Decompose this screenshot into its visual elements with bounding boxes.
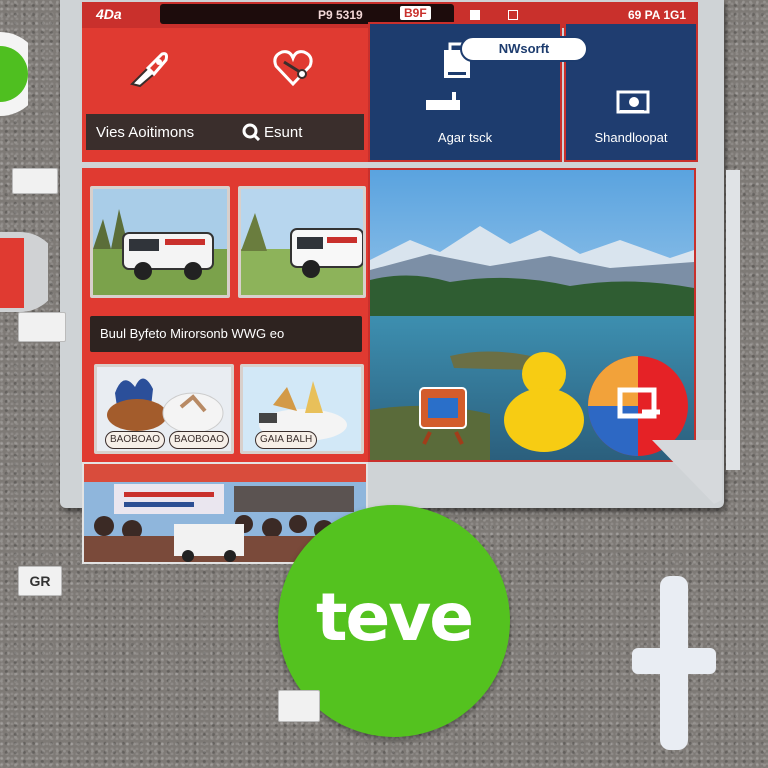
search-label[interactable]: Esunt <box>264 124 302 141</box>
app-tile-activities[interactable]: Vies Aoitimons Esunt <box>82 28 368 162</box>
tv-icon[interactable] <box>416 380 470 446</box>
status-right-text: 69 PA 1G1 <box>627 8 686 22</box>
green-edge-badge <box>0 32 28 116</box>
activities-label-bar: Vies Aoitimons Esunt <box>86 114 364 150</box>
food-thumbnail-2[interactable]: GAIA BALH <box>240 364 364 454</box>
thumbnail-sticker-top <box>12 168 58 194</box>
camera-icon <box>616 90 650 114</box>
plus-icon[interactable] <box>630 576 716 750</box>
status-square-outline-icon <box>508 10 518 20</box>
promo-text: Buul Byfeto Mirorsonb WWG eo <box>100 326 285 341</box>
caption-chip-1: BAOBOAO <box>105 431 166 449</box>
rv-thumbnail-2[interactable] <box>238 186 366 298</box>
thumbnail-sticker <box>18 312 66 342</box>
rv-photo <box>93 189 227 295</box>
activities-label: Vies Aoitimons <box>96 124 195 141</box>
yellow-person-icon[interactable] <box>502 350 586 454</box>
tool-icon <box>130 52 168 88</box>
status-mid-badge: B9F <box>400 6 431 20</box>
heart-tag-icon <box>273 50 313 87</box>
search-icon[interactable] <box>242 123 260 141</box>
tray-icon <box>426 92 460 110</box>
device-side-strip <box>726 170 740 470</box>
task-label: Agar tsck <box>437 130 493 145</box>
rv-photo <box>241 189 363 295</box>
media-panel: Buul Byfeto Mirorsonb WWG eo BAOBOAO BAO… <box>82 168 368 462</box>
status-square-icon <box>470 10 480 20</box>
photo-sticker <box>278 690 320 722</box>
rv-thumbnail-1[interactable] <box>90 186 230 298</box>
status-brand: 4Da <box>96 6 122 22</box>
device-stand <box>652 440 722 504</box>
teve-label: teve <box>315 579 474 656</box>
red-edge-badge <box>0 232 48 312</box>
caption-chip-3: GAIA BALH <box>255 431 318 449</box>
food-thumbnail-1[interactable]: BAOBOAO BAOBOAO <box>94 364 234 454</box>
status-left-text: P9 5319 <box>318 8 363 22</box>
caption-chip-2: BAOBOAO <box>169 431 230 449</box>
gr-sticker: GR <box>18 566 62 596</box>
network-pill[interactable]: NWsorft <box>460 36 588 62</box>
promo-bar[interactable]: Buul Byfeto Mirorsonb WWG eo <box>90 316 362 352</box>
shop-label: Shandloopat <box>594 130 668 145</box>
landscape-tile[interactable] <box>368 168 696 462</box>
